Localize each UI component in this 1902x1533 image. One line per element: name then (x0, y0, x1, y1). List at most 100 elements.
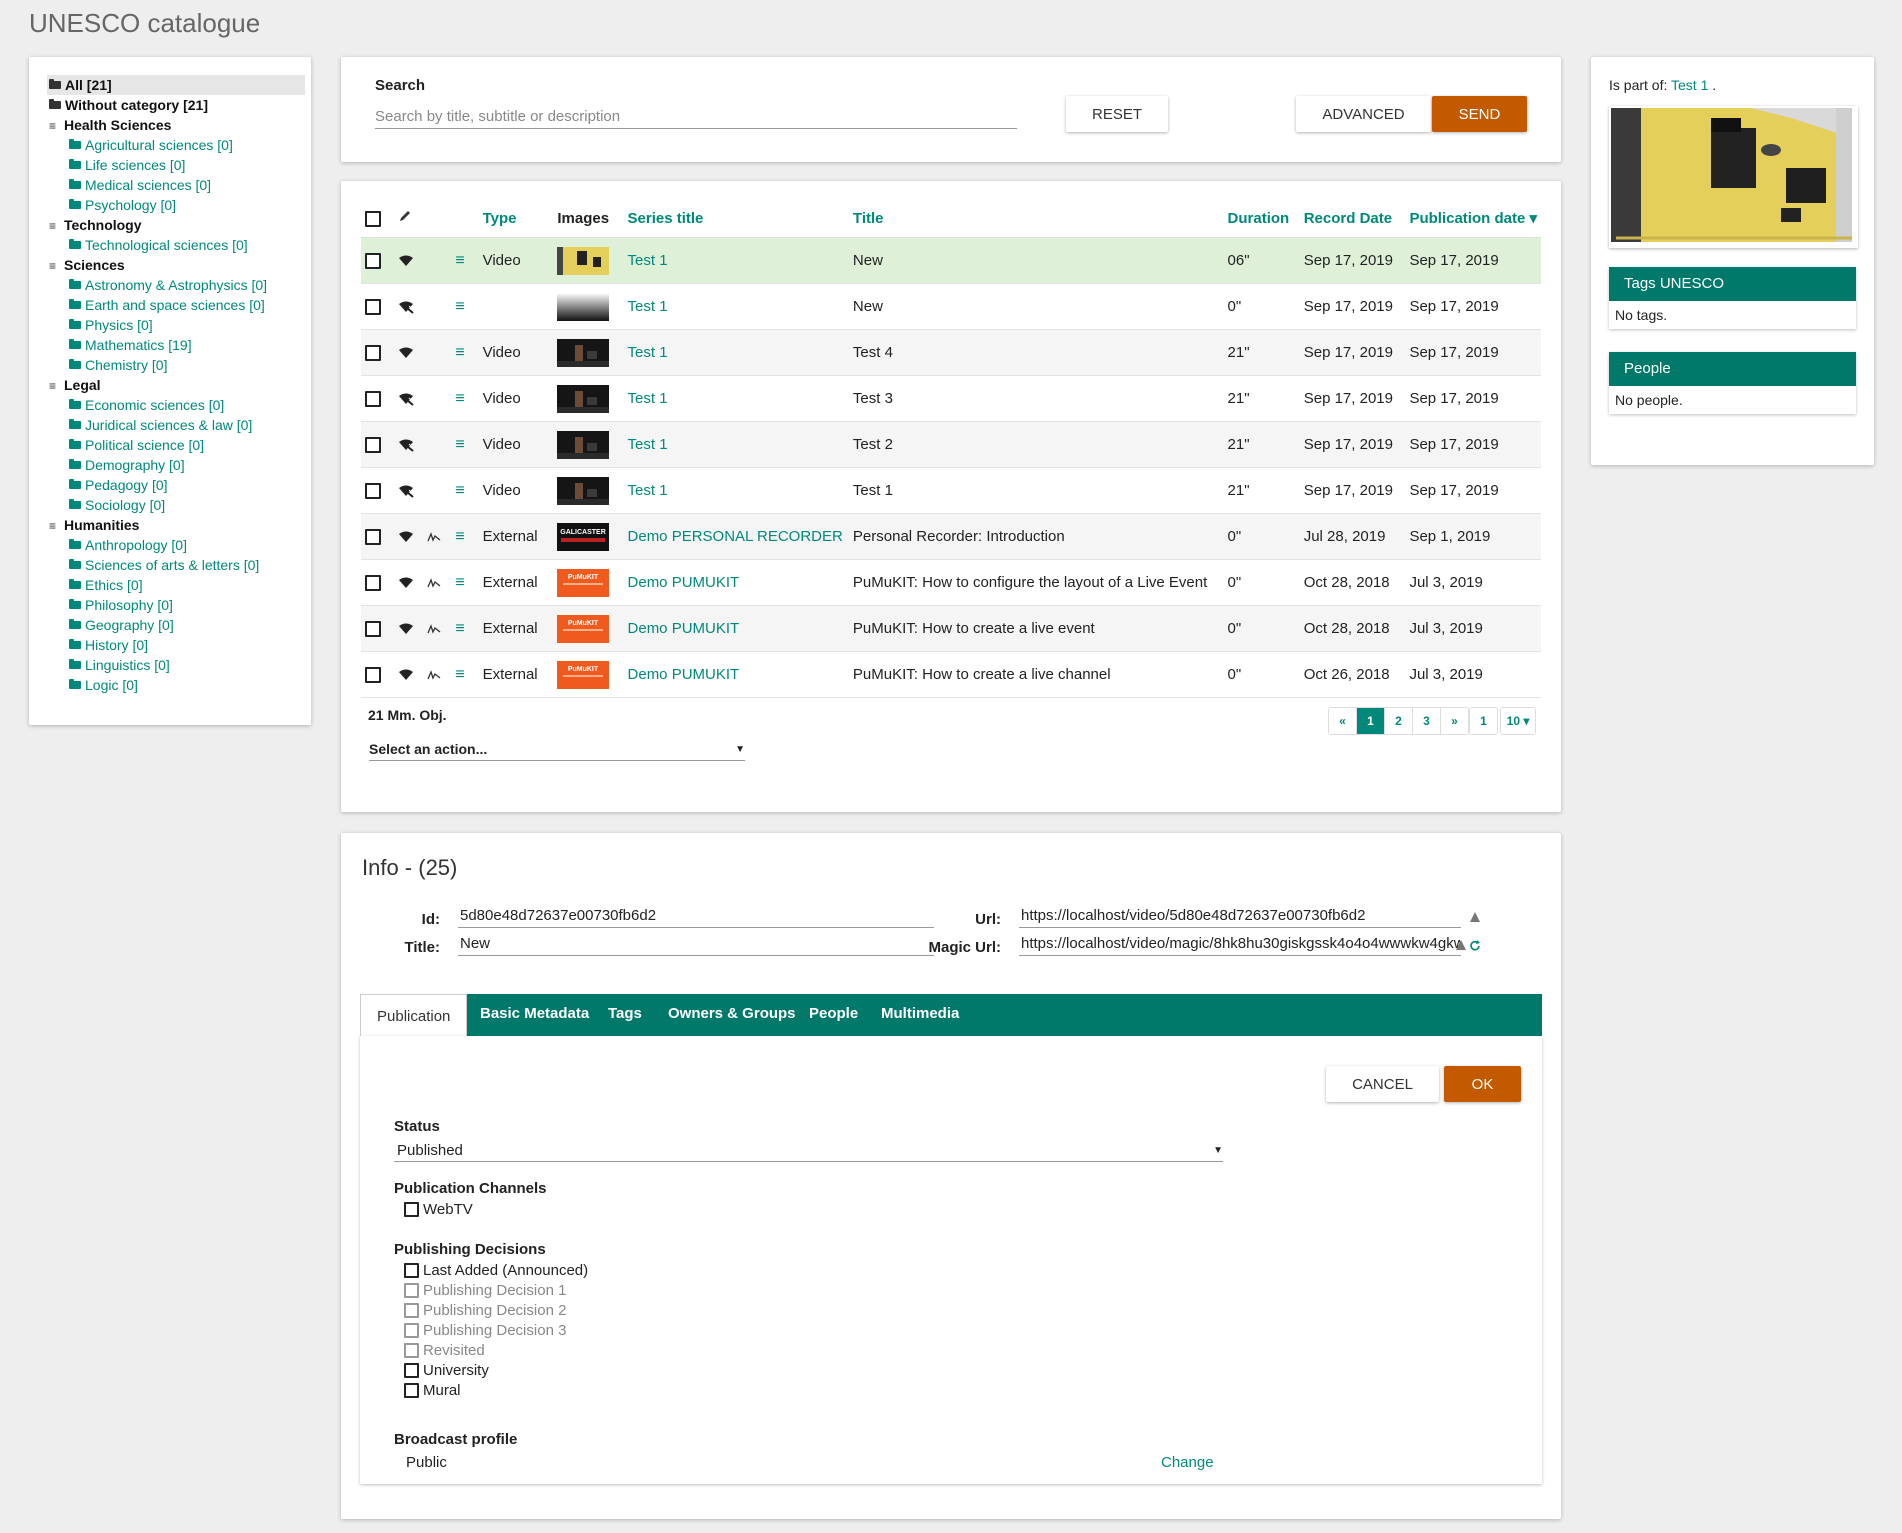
decision-item[interactable]: Publishing Decision 1 (404, 1282, 566, 1299)
menu-icon[interactable]: ≡ (455, 344, 464, 361)
broadcast-off-icon[interactable] (398, 390, 415, 407)
menu-icon[interactable]: ≡ (455, 252, 464, 269)
menu-cell[interactable]: ≡ (451, 421, 479, 468)
tree-item[interactable]: Psychology [0] (69, 195, 176, 215)
table-row[interactable]: ≡ Video Test 1 New 06" Sep 17, 2019 Sep 17, 20… (361, 237, 1541, 284)
broadcast-icon[interactable] (398, 528, 414, 545)
series-link[interactable]: Demo PUMUKIT (628, 574, 740, 591)
cancel-button[interactable]: CANCEL (1326, 1066, 1439, 1102)
broadcast-icon[interactable] (398, 252, 414, 269)
menu-icon[interactable]: ≡ (455, 574, 464, 591)
status-cell[interactable] (394, 421, 424, 468)
tab-multimedia[interactable]: Multimedia (881, 994, 959, 1036)
refresh-icon[interactable] (1469, 939, 1481, 951)
series-link[interactable]: Test 1 (628, 252, 668, 269)
tab-tags[interactable]: Tags (608, 994, 642, 1036)
status-cell[interactable] (394, 283, 424, 330)
table-row[interactable]: ≡ External PuMuKIT Demo PUMUKIT PuMuKIT: How… (361, 605, 1541, 652)
checkbox[interactable] (404, 1303, 419, 1318)
tree-group[interactable]: ≡ Health Sciences (49, 115, 171, 136)
table-row[interactable]: ≡ External GALICASTER Demo PERSONAL RECORDE… (361, 513, 1541, 560)
broadcast-icon[interactable] (398, 620, 414, 637)
tree-item[interactable]: History [0] (69, 635, 148, 655)
tab-basic-metadata[interactable]: Basic Metadata (480, 994, 589, 1036)
action-select[interactable]: Select an action... ▼ (369, 738, 745, 761)
checkbox[interactable] (404, 1363, 419, 1378)
row-select-cell[interactable] (361, 513, 395, 560)
status-cell[interactable] (394, 651, 424, 698)
status-cell[interactable] (394, 375, 424, 422)
menu-cell[interactable]: ≡ (451, 283, 479, 330)
broadcast-icon[interactable] (398, 666, 414, 683)
broadcast-icon[interactable] (398, 344, 414, 361)
menu-icon[interactable]: ≡ (455, 482, 464, 499)
menu-cell[interactable]: ≡ (451, 467, 479, 514)
broadcast-off-icon[interactable] (398, 298, 415, 315)
row-checkbox[interactable] (365, 253, 381, 270)
tab-people[interactable]: People (809, 994, 858, 1036)
tree-item[interactable]: Physics [0] (69, 315, 153, 335)
tree-item[interactable]: Logic [0] (69, 675, 138, 695)
row-select-cell[interactable] (361, 421, 395, 468)
decision-item[interactable]: Last Added (Announced) (404, 1262, 588, 1279)
tree-item[interactable]: Geography [0] (69, 615, 174, 635)
col-record-date[interactable]: Record Date (1299, 199, 1406, 238)
tab-publication[interactable]: Publication (360, 994, 468, 1039)
checkbox[interactable] (404, 1323, 419, 1338)
checkbox[interactable] (404, 1383, 419, 1398)
status-cell[interactable] (394, 605, 424, 652)
tree-item-all[interactable]: All [21] (47, 75, 305, 95)
series-link[interactable]: Test 1 (628, 436, 668, 453)
row-checkbox[interactable] (365, 667, 381, 684)
decision-item[interactable]: Publishing Decision 2 (404, 1302, 566, 1319)
table-row[interactable]: ≡ Video Test 1 Test 3 21" Sep 17, 2019 Sep 17,… (361, 375, 1541, 422)
broadcast-off-icon[interactable] (398, 436, 415, 453)
col-type[interactable]: Type (478, 199, 554, 238)
select-all-checkbox[interactable] (365, 210, 381, 227)
row-select-cell[interactable] (361, 467, 395, 514)
tree-group[interactable]: ≡ Sciences (49, 255, 125, 276)
row-checkbox[interactable] (365, 529, 381, 546)
select-all-header[interactable] (361, 199, 395, 238)
send-button[interactable]: SEND (1432, 96, 1527, 132)
row-select-cell[interactable] (361, 559, 395, 606)
tree-item[interactable]: Astronomy & Astrophysics [0] (69, 275, 267, 295)
broadcast-off-icon[interactable] (398, 482, 415, 499)
page-first-button[interactable]: « (1329, 708, 1357, 734)
decision-item[interactable]: University (404, 1362, 489, 1379)
menu-cell[interactable]: ≡ (451, 375, 479, 422)
url-field[interactable]: https://localhost/video/5d80e48d72637e00… (1019, 905, 1461, 928)
tree-item[interactable]: Philosophy [0] (69, 595, 173, 615)
broadcast-icon[interactable] (398, 574, 414, 591)
status-cell[interactable] (394, 559, 424, 606)
title-field[interactable]: New (458, 933, 934, 956)
row-select-cell[interactable] (361, 605, 395, 652)
tree-item[interactable]: Medical sciences [0] (69, 175, 211, 195)
row-checkbox[interactable] (365, 345, 381, 362)
row-select-cell[interactable] (361, 375, 395, 422)
page-size-select[interactable]: 10 ▾ (1501, 708, 1535, 734)
series-link[interactable]: Demo PERSONAL RECORDER (628, 528, 843, 545)
id-field[interactable]: 5d80e48d72637e00730fb6d2 (458, 905, 934, 928)
ok-button[interactable]: OK (1444, 1066, 1521, 1102)
page-current-button[interactable]: 1 (1470, 708, 1497, 734)
series-link[interactable]: Demo PUMUKIT (628, 620, 740, 637)
magic-url-field[interactable]: https://localhost/video/magic/8hk8hu30gi… (1019, 933, 1461, 956)
series-link[interactable]: Test 1 (628, 390, 668, 407)
tree-item[interactable]: Agricultural sciences [0] (69, 135, 233, 155)
tree-item[interactable]: Juridical sciences & law [0] (69, 415, 252, 435)
table-row[interactable]: ≡ External PuMuKIT Demo PUMUKIT PuMuKIT: How… (361, 651, 1541, 698)
tree-group[interactable]: ≡ Technology (49, 215, 142, 236)
tree-item[interactable]: Political science [0] (69, 435, 204, 455)
search-input[interactable] (375, 104, 1017, 129)
status-cell[interactable] (394, 329, 424, 376)
table-row[interactable]: ≡ Video Test 1 Test 4 21" Sep 17, 2019 Sep 17,… (361, 329, 1541, 376)
series-link[interactable]: Test 1 (628, 482, 668, 499)
menu-cell[interactable]: ≡ (451, 651, 479, 698)
series-link[interactable]: Test 1 (628, 298, 668, 315)
tree-item[interactable]: Pedagogy [0] (69, 475, 168, 495)
tree-item[interactable]: Technological sciences [0] (69, 235, 248, 255)
menu-cell[interactable]: ≡ (451, 237, 479, 284)
row-select-cell[interactable] (361, 283, 395, 330)
row-checkbox[interactable] (365, 575, 381, 592)
